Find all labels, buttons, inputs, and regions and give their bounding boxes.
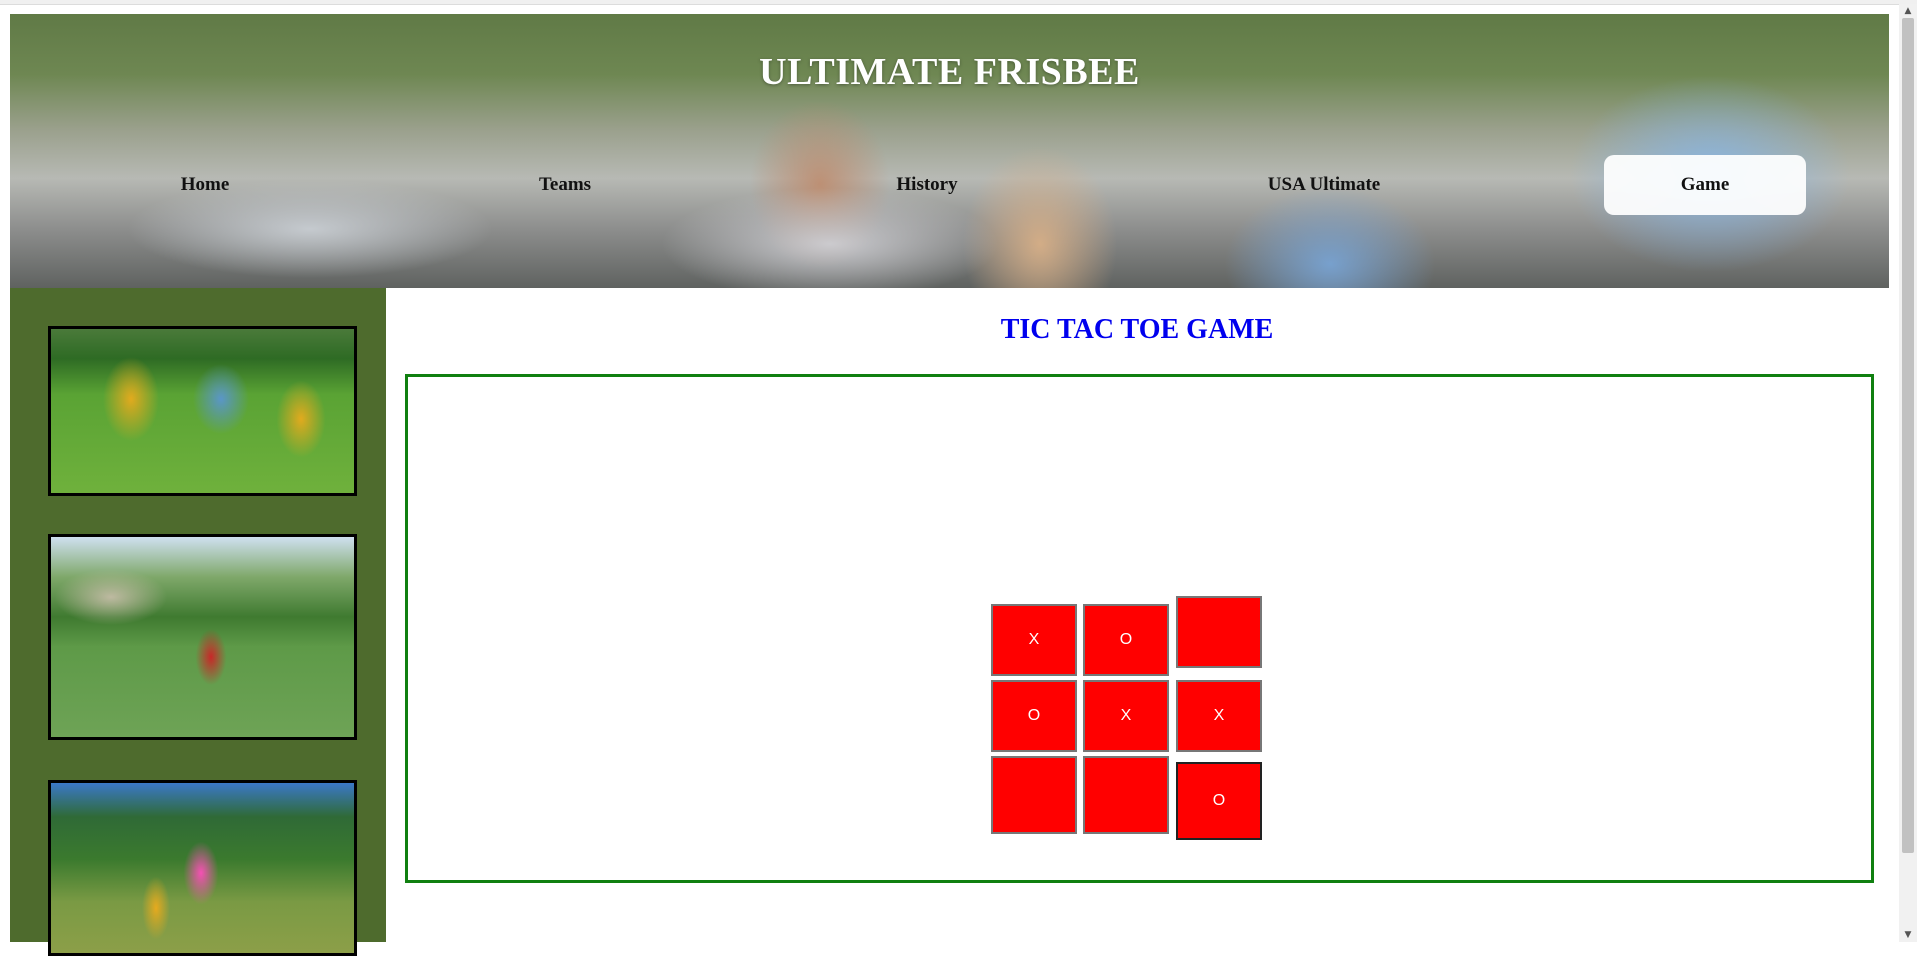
board-cell-4[interactable]: O [991,680,1077,752]
nav-teams[interactable]: Teams [465,155,665,215]
board-cell-8[interactable] [1083,756,1169,834]
game-area: X O O X X O [405,374,1874,883]
nav-game[interactable]: Game [1604,155,1806,215]
main-nav: Home Teams History USA Ultimate Game [10,155,1889,215]
board-cell-5[interactable]: X [1083,680,1169,752]
frisbee-photo-3 [48,780,357,956]
nav-history[interactable]: History [827,155,1027,215]
board-cell-2[interactable]: O [1083,604,1169,676]
browser-top-edge [0,0,1917,5]
site-header: ULTIMATE FRISBEE Home Teams History USA … [10,14,1889,288]
sidebar [10,288,386,956]
board-cell-1[interactable]: X [991,604,1077,676]
scroll-up-icon[interactable]: ▲ [1899,4,1917,18]
game-title: TIC TAC TOE GAME [1000,314,1274,345]
board-cell-3[interactable] [1176,596,1262,668]
board-cell-6[interactable]: X [1176,680,1262,752]
nav-usa-ultimate[interactable]: USA Ultimate [1214,155,1434,215]
board-cell-9[interactable]: O [1176,762,1262,840]
frisbee-photo-1 [48,326,357,496]
scroll-down-icon[interactable]: ▼ [1899,928,1917,942]
vertical-scrollbar[interactable]: ▲ ▼ [1899,4,1917,942]
frisbee-photo-2 [48,534,357,740]
nav-home[interactable]: Home [105,155,305,215]
site-title: ULTIMATE FRISBEE [759,51,1140,93]
board-cell-7[interactable] [991,756,1077,834]
scroll-thumb[interactable] [1902,18,1914,853]
